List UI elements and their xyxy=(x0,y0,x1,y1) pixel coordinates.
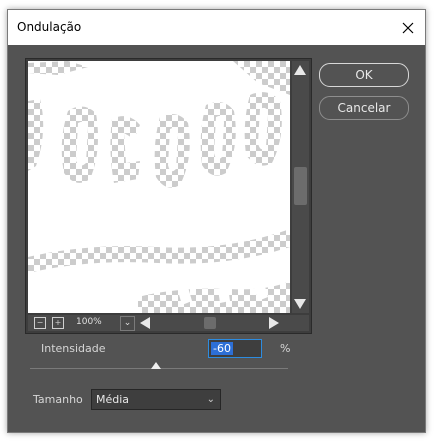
intensity-slider-thumb[interactable] xyxy=(151,362,161,369)
zoom-dropdown-button[interactable]: ⌄ xyxy=(120,316,135,331)
chevron-down-icon: ⌄ xyxy=(206,394,215,405)
preview-toolbar: − + 100% ⌄ xyxy=(28,315,309,331)
dialog-title: Ondulação xyxy=(17,20,82,34)
chevron-down-icon: ⌄ xyxy=(123,318,132,328)
intensity-value: -60 xyxy=(211,342,233,355)
zoom-in-button[interactable]: + xyxy=(52,317,64,329)
size-select[interactable]: Média ⌄ xyxy=(91,389,221,410)
vertical-scrollbar[interactable] xyxy=(292,61,309,313)
title-bar: Ondulação xyxy=(8,10,425,45)
scroll-down-icon[interactable] xyxy=(294,299,306,309)
size-selected-value: Média xyxy=(96,393,130,406)
size-label: Tamanho xyxy=(33,393,83,406)
intensity-input[interactable]: -60 xyxy=(208,339,262,358)
zoom-out-button[interactable]: − xyxy=(34,317,46,329)
intensity-label: Intensidade xyxy=(41,342,106,355)
scroll-up-icon[interactable] xyxy=(294,65,306,75)
scroll-right-icon[interactable] xyxy=(269,317,279,329)
preview-image xyxy=(28,61,290,313)
ok-button[interactable]: OK xyxy=(319,63,409,87)
preview-panel: − + 100% ⌄ xyxy=(25,58,312,334)
filter-preview[interactable] xyxy=(28,61,290,313)
close-button[interactable] xyxy=(391,10,425,45)
close-icon xyxy=(402,22,414,33)
intensity-unit: % xyxy=(280,342,291,355)
cancel-button[interactable]: Cancelar xyxy=(319,96,409,120)
horizontal-scroll-thumb[interactable] xyxy=(204,317,216,329)
vertical-scroll-thumb[interactable] xyxy=(294,167,307,205)
scroll-left-icon[interactable] xyxy=(140,317,150,329)
zoom-level: 100% xyxy=(76,317,102,327)
ripple-dialog: Ondulação − + 100% ⌄ OK Cancelar Intensi… xyxy=(7,9,426,433)
